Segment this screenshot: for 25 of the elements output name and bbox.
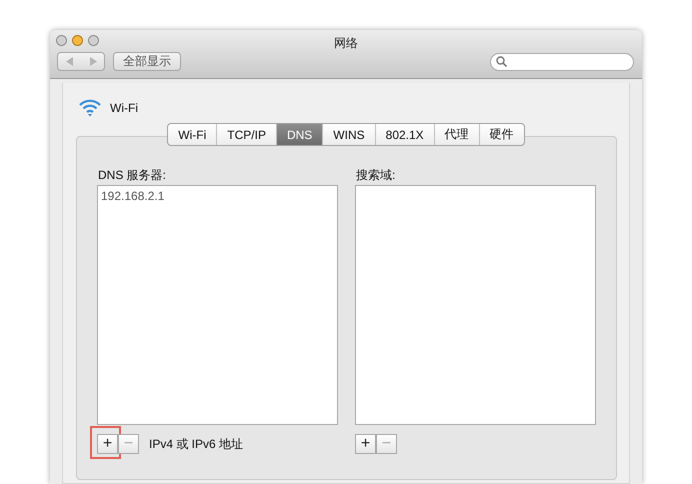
list-label: DNS 服务器: [98, 167, 168, 181]
back-forward-control[interactable] [57, 52, 105, 71]
tab[interactable]: 代理 [434, 124, 479, 145]
add-button[interactable]: + [355, 434, 376, 454]
hint-text: IPv4 或 IPv6 地址 [149, 436, 244, 452]
tab[interactable]: Wi-Fi [168, 124, 216, 145]
tab[interactable]: 硬件 [478, 124, 524, 145]
back-arrow-icon[interactable] [66, 57, 74, 66]
zoom-light-icon[interactable] [88, 35, 99, 46]
window-title: 网络 [334, 36, 358, 50]
tab[interactable]: 802.1X [374, 124, 434, 145]
wifi-icon [78, 99, 102, 117]
search-field[interactable] [490, 52, 634, 70]
list-entry[interactable]: 192.168.2.1 [101, 189, 164, 203]
forward-arrow-icon[interactable] [88, 57, 96, 66]
show-all-button[interactable]: 全部显示 [113, 52, 181, 71]
tab[interactable]: WINS [322, 124, 375, 145]
close-light-icon[interactable] [56, 35, 67, 46]
list-box[interactable]: 192.168.2.1 [97, 185, 338, 425]
minimize-light-icon[interactable] [72, 35, 83, 46]
tab[interactable]: DNS [276, 124, 322, 145]
add-button[interactable]: + [97, 434, 118, 454]
interface-name: Wi-Fi [110, 101, 138, 115]
list-label: 搜索域: [356, 167, 396, 181]
search-icon [496, 56, 507, 67]
